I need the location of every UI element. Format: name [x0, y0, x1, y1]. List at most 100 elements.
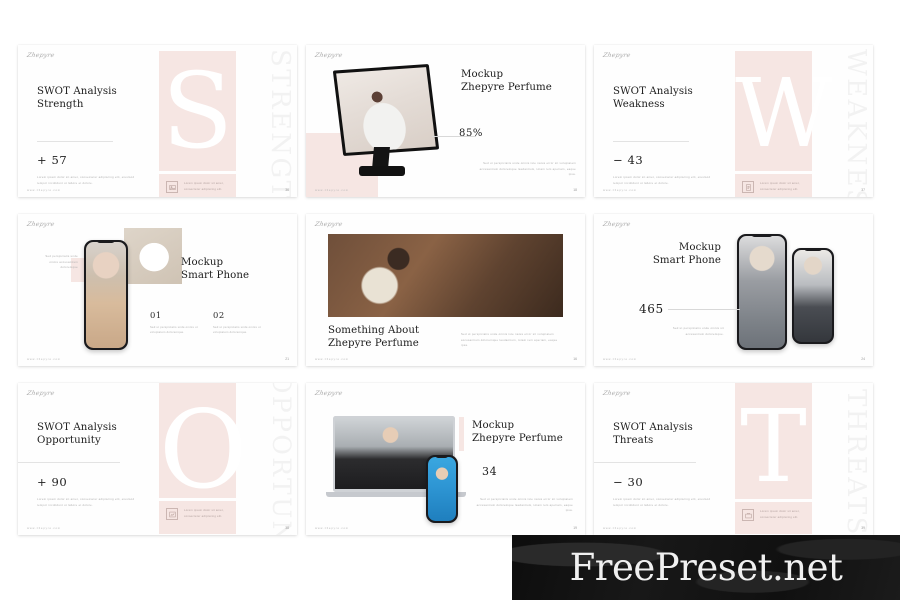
footer-url: www.zhepyre.com	[27, 358, 61, 361]
title-line-2: Strength	[37, 99, 84, 111]
icon-caption-row: Lorem ipsum dolor sit amet, consectetur …	[166, 181, 230, 193]
phone-screen	[793, 249, 833, 343]
body-text: Lorem ipsum dolor sit amet, consectetur …	[37, 176, 135, 185]
brand-logo: Zhepyre	[314, 52, 344, 59]
slide-title: SWOT Analysis Strength	[37, 85, 117, 112]
page-number: 19	[573, 526, 577, 530]
phone-mockup	[84, 240, 128, 350]
title-line-2: Zhepyre Perfume	[328, 338, 419, 350]
title-line-2: Opportunity	[37, 435, 101, 447]
slide-title: Something About Zhepyre Perfume	[328, 324, 419, 351]
item-text: Sed ut perspiciatis unde omnis ut volupt…	[150, 326, 198, 335]
body-text: Sed ut perspiciatis unde omnis iste natu…	[461, 333, 558, 348]
title-line-1: SWOT Analysis	[613, 86, 693, 97]
slide-title: Mockup Smart Phone	[651, 241, 721, 268]
phone-photo	[427, 456, 457, 522]
brand-logo: Zhepyre	[602, 221, 632, 228]
slide-swot-threats[interactable]: T Lorem ipsum dolor sit amet, consectetu…	[594, 383, 873, 535]
body-text: Lorem ipsum dolor sit amet, consectetur …	[613, 176, 711, 185]
stat-value: + 90	[37, 475, 68, 489]
footer-url: www.zhepyre.com	[603, 358, 637, 361]
brand-logo: Zhepyre	[26, 390, 56, 397]
title-divider	[594, 462, 696, 463]
brand-logo: Zhepyre	[602, 52, 632, 59]
slide-cell: Zhepyre Something About Zhepyre Perfume …	[306, 214, 594, 383]
page-number: 39	[861, 526, 865, 530]
document-icon	[742, 181, 754, 193]
slide-mockup-perfume-monitor[interactable]: Zhepyre Mockup Zhepyre Perfume 85% Sed u…	[306, 45, 585, 197]
slide-cell: S Lorem ipsum dolor sit amet, consectetu…	[18, 45, 306, 214]
icon-caption: Lorem ipsum dolor sit amet, consectetur …	[184, 182, 224, 191]
desk-photo	[328, 234, 563, 317]
brand-logo: Zhepyre	[602, 390, 632, 397]
title-line-1: Mockup	[472, 420, 515, 431]
slide-title: SWOT Analysis Opportunity	[37, 421, 117, 448]
slide-cell: Zhepyre Mockup Zhepyre Perfume 34 Sed ut…	[306, 383, 594, 552]
phone-mockup	[426, 455, 458, 523]
brand-logo: Zhepyre	[314, 390, 344, 397]
slide-cell: Sed perspiciatis unde omnis accusantium …	[18, 214, 306, 383]
slide-mockup-smartphone-single[interactable]: Sed perspiciatis unde omnis accusantium …	[18, 214, 297, 366]
slide-cell: Zhepyre Mockup Smart Phone 465 Sed ut pe…	[594, 214, 882, 383]
monitor-photo	[336, 67, 436, 153]
icon-caption-row: Lorem ipsum dolor sit amet, consectetur …	[742, 509, 806, 521]
phone-screen	[738, 235, 786, 349]
footer-url: www.zhepyre.com	[315, 527, 349, 530]
page-number: 16	[573, 357, 577, 361]
title-line-1: SWOT Analysis	[37, 422, 117, 433]
slide-title: Mockup Smart Phone	[181, 256, 249, 283]
slide-swot-opportunity[interactable]: O Lorem ipsum dolor sit amet, consectetu…	[18, 383, 297, 535]
slide-cell: T Lorem ipsum dolor sit amet, consectetu…	[594, 383, 882, 552]
monitor-foot	[359, 166, 405, 176]
body-text: Lorem ipsum dolor sit amet, consectetur …	[613, 498, 711, 507]
phone-screen	[427, 456, 457, 522]
slide-mockup-smartphone-duo[interactable]: Zhepyre Mockup Smart Phone 465 Sed ut pe…	[594, 214, 873, 366]
numbered-item: 02 Sed ut perspiciatis unde omnis ut vol…	[213, 310, 265, 336]
title-line-2: Weakness	[613, 99, 665, 111]
slide-title: SWOT Analysis Weakness	[613, 85, 693, 112]
big-letter-s: S	[161, 50, 234, 172]
phone-notch	[751, 234, 773, 238]
watermark-text: FreePreset.net	[569, 546, 843, 589]
title-line-2: Smart Phone	[652, 255, 721, 267]
stat-connector-line	[668, 309, 740, 310]
icon-caption-row: Lorem ipsum dolor sit amet, consectetur …	[742, 181, 806, 193]
title-line-2: Zhepyre Perfume	[472, 433, 563, 445]
brand-logo: Zhepyre	[26, 221, 56, 228]
stat-value: − 43	[613, 153, 644, 167]
phone-mockup-front	[737, 234, 787, 350]
slide-swot-strength[interactable]: S Lorem ipsum dolor sit amet, consectetu…	[18, 45, 297, 197]
side-text: Sed perspiciatis unde omnis accusantium …	[45, 255, 78, 270]
brand-logo: Zhepyre	[26, 52, 56, 59]
page-number: 36	[285, 188, 289, 192]
title-line-1: Mockup	[461, 69, 504, 80]
page-number: 37	[861, 188, 865, 192]
phone-mockup-back	[792, 248, 834, 344]
watermark-banner: FreePreset.net	[512, 535, 900, 600]
title-line-2: Threats	[613, 435, 654, 447]
slide-about-perfume[interactable]: Zhepyre Something About Zhepyre Perfume …	[306, 214, 585, 366]
body-text: Lorem ipsum dolor sit amet, consectetur …	[37, 498, 135, 507]
icon-caption: Lorem ipsum dolor sit amet, consectetur …	[760, 510, 800, 519]
slide-deck-preview-sheet: S Lorem ipsum dolor sit amet, consectetu…	[0, 0, 900, 600]
phone-screen	[85, 241, 127, 349]
slide-mockup-perfume-laptop[interactable]: Zhepyre Mockup Zhepyre Perfume 34 Sed ut…	[306, 383, 585, 535]
body-text: Sed ut perspiciatis unde omnis sit accus…	[672, 327, 724, 336]
footer-url: www.zhepyre.com	[27, 189, 61, 192]
footer-url: www.zhepyre.com	[315, 189, 349, 192]
big-letter-t: T	[740, 388, 807, 505]
vertical-word-strength: STRENGTH	[265, 49, 295, 197]
phone-photo	[793, 249, 833, 343]
footer-url: www.zhepyre.com	[27, 527, 61, 530]
image-icon	[166, 181, 178, 193]
stat-value: 465	[639, 302, 664, 316]
icon-caption: Lorem ipsum dolor sit amet, consectetur …	[760, 182, 800, 191]
slide-cell: W Lorem ipsum dolor sit amet, consectetu…	[594, 45, 882, 214]
slide-swot-weakness[interactable]: W Lorem ipsum dolor sit amet, consectetu…	[594, 45, 873, 197]
vertical-word-opportunity: OPPORTUNITY	[267, 383, 296, 535]
stat-value: − 30	[613, 475, 644, 489]
phone-notch	[96, 240, 116, 244]
title-divider	[37, 141, 113, 142]
item-number: 01	[150, 310, 162, 320]
page-number: 38	[285, 526, 289, 530]
